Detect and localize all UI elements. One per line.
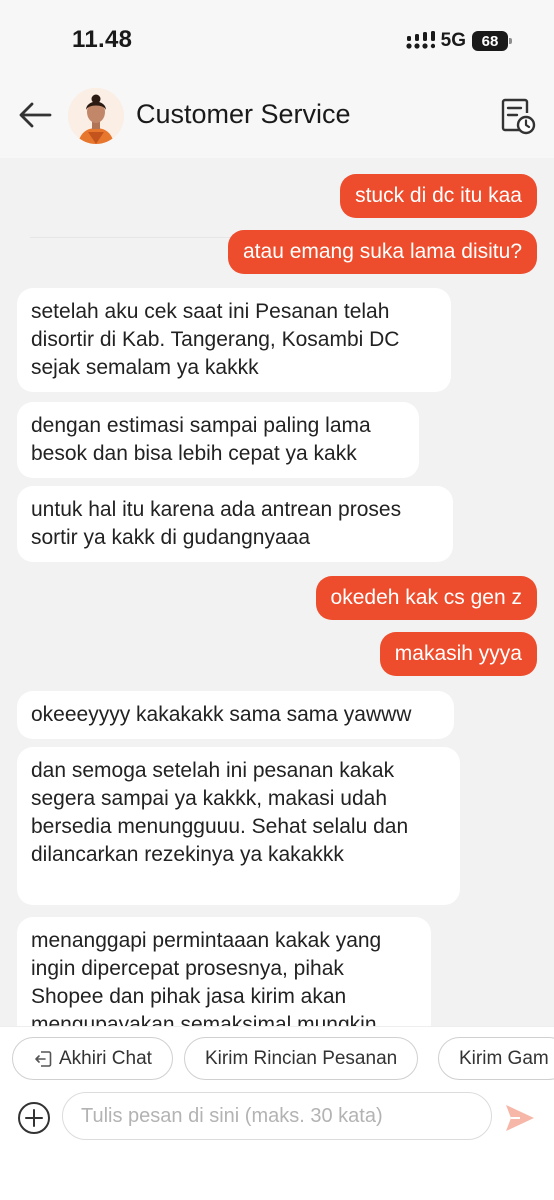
- message-bubble-outgoing: makasih yyya: [379, 632, 537, 676]
- message-composer: [0, 1092, 554, 1200]
- chat-messages[interactable]: stuck di dc itu kaa atau emang suka lama…: [0, 158, 554, 1026]
- message-bubble-outgoing: okedeh kak cs gen z: [315, 576, 537, 620]
- plus-circle-icon: [18, 1102, 50, 1134]
- message-bubble-incoming: okeeeyyyy kakakakk sama sama yawww: [17, 691, 454, 739]
- message-bubble-incoming: dengan estimasi sampai paling lama besok…: [17, 402, 419, 478]
- send-order-details-label: Kirim Rincian Pesanan: [205, 1047, 398, 1069]
- send-order-details-chip[interactable]: Kirim Rincian Pesanan: [184, 1037, 419, 1080]
- message-bubble-incoming: untuk hal itu karena ada antrean proses …: [17, 486, 453, 562]
- message-bubble-incoming: menanggapi permintaaan kakak yang ingin …: [17, 917, 431, 1026]
- avatar: [68, 88, 124, 144]
- send-button[interactable]: [502, 1100, 538, 1136]
- message-bubble-outgoing: atau emang suka lama disitu?: [228, 230, 537, 274]
- network-type: 5G: [440, 30, 466, 51]
- add-attachment-button[interactable]: [16, 1100, 52, 1136]
- send-icon: [506, 1105, 534, 1131]
- battery-level: 68: [481, 32, 499, 50]
- chat-header: Customer Service: [0, 80, 554, 238]
- exit-icon: [33, 1049, 53, 1069]
- battery-tip: [509, 38, 512, 44]
- status-bar: 11.48 5G 68: [0, 0, 554, 80]
- send-image-chip[interactable]: Kirim Gam: [438, 1037, 554, 1080]
- quick-reply-bar: Akhiri Chat Kirim Rincian Pesanan Kirim …: [0, 1026, 554, 1092]
- message-input[interactable]: [62, 1092, 492, 1140]
- status-time: 11.48: [72, 26, 133, 53]
- arrow-left-icon: [19, 102, 52, 128]
- order-history-button[interactable]: [498, 96, 538, 136]
- end-chat-label: Akhiri Chat: [59, 1047, 152, 1069]
- battery-icon: 68: [472, 31, 512, 51]
- send-image-label: Kirim Gam: [459, 1047, 549, 1069]
- back-button[interactable]: [16, 96, 54, 134]
- message-bubble-incoming: dan semoga setelah ini pesanan kakak seg…: [17, 747, 460, 905]
- page-title: Customer Service: [136, 99, 351, 129]
- signal-icon: [406, 31, 435, 49]
- agent-avatar-image: [68, 88, 124, 144]
- order-history-icon: [501, 98, 536, 135]
- message-bubble-outgoing: stuck di dc itu kaa: [340, 174, 537, 218]
- end-chat-chip[interactable]: Akhiri Chat: [12, 1037, 173, 1080]
- message-bubble-incoming: setelah aku cek saat ini Pesanan telah d…: [17, 288, 451, 392]
- status-indicators: 5G 68: [405, 30, 512, 52]
